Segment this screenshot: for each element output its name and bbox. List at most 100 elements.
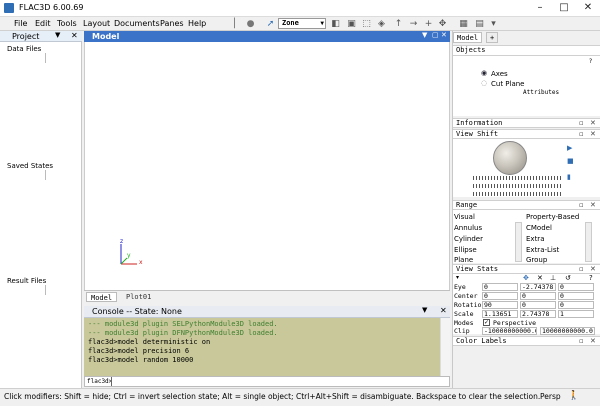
toolbar-tool-icon[interactable]: ⬚ (361, 19, 372, 29)
range-item[interactable]: Cylinder (454, 235, 483, 243)
menu-tools[interactable]: Tools (57, 19, 77, 28)
chevron-down-icon[interactable]: ▾ (488, 19, 499, 29)
arrow-up-icon[interactable]: ↑ (393, 19, 404, 29)
close-icon[interactable]: ✕ (440, 306, 447, 315)
stat-value[interactable]: 90 (482, 301, 518, 309)
help-icon[interactable]: ? (589, 274, 593, 282)
menu-layout[interactable]: Layout (83, 19, 110, 28)
stat-value[interactable]: 0 (558, 283, 594, 291)
move-icon[interactable]: ✥ (523, 274, 529, 282)
range-item[interactable]: Visual (454, 213, 475, 221)
stat-value[interactable]: 0 (482, 292, 518, 300)
tab-model[interactable]: Model (86, 292, 118, 302)
scrollbar[interactable] (585, 222, 592, 262)
toolbar-tool-icon[interactable]: ◧ (330, 19, 341, 29)
minimize-button[interactable]: – (532, 1, 548, 15)
close-icon[interactable]: ✕ (71, 31, 78, 40)
tab-plot01[interactable]: Plot01 (122, 292, 155, 302)
scrollbar[interactable] (515, 222, 522, 262)
restore-icon[interactable]: ▢ (432, 31, 439, 39)
stat-value[interactable]: 1.13651 (482, 310, 518, 318)
stat-value[interactable]: 0 (520, 292, 556, 300)
close-button[interactable]: ✕ (580, 1, 596, 15)
close-icon[interactable]: ✕ (441, 31, 447, 39)
projection-mode[interactable]: Persp (540, 392, 561, 401)
clip-min-field[interactable]: -10000000000.0 (482, 327, 537, 335)
view-sphere[interactable] (493, 141, 527, 175)
range-item[interactable]: Plane (454, 256, 473, 264)
restore-icon[interactable]: ▫ (579, 265, 584, 273)
close-icon[interactable]: ✕ (590, 337, 596, 345)
y-axis-label: y (127, 252, 131, 259)
stat-value[interactable]: 0 (482, 283, 518, 291)
close-icon[interactable]: ✕ (590, 130, 596, 138)
attributes-label[interactable]: Attributes (523, 89, 559, 96)
tool-icon[interactable]: ⊥ (550, 274, 556, 282)
object-item-cut-plane[interactable]: Cut Plane (491, 80, 525, 88)
tab-model[interactable]: Model (453, 32, 483, 43)
clip-max-field[interactable]: 10000000000.0 (540, 327, 595, 335)
range-item[interactable]: Annulus (454, 224, 482, 232)
menu-file[interactable]: File (14, 19, 27, 28)
model-viewport[interactable]: z x y (84, 42, 450, 290)
saved-states-section[interactable]: Saved States (7, 162, 53, 170)
range-item[interactable]: Ellipse (454, 246, 477, 254)
menu-help[interactable]: Help (188, 19, 206, 28)
help-icon[interactable]: ? (589, 58, 592, 65)
maximize-button[interactable]: □ (556, 1, 572, 15)
menu-edit[interactable]: Edit (35, 19, 51, 28)
chevron-down-icon[interactable]: ▼ (422, 31, 427, 39)
range-item[interactable]: Property-Based (526, 213, 579, 221)
stat-value[interactable]: 1 (558, 310, 594, 318)
slider-icon[interactable]: ▮ (567, 173, 571, 181)
range-item[interactable]: Extra-List (526, 246, 559, 254)
close-icon[interactable]: ✕ (590, 119, 596, 127)
move-icon[interactable]: ✥ (437, 19, 448, 29)
layout-icon[interactable]: ▦ (458, 19, 469, 29)
chevron-down-icon[interactable]: ▼ (55, 31, 60, 39)
arrow-right-icon[interactable]: → (408, 19, 419, 29)
menu-panes[interactable]: Panes (160, 19, 184, 28)
data-files-section[interactable]: Data Files (7, 45, 41, 53)
sphere-view-icon[interactable]: ● (245, 19, 256, 29)
undo-icon[interactable]: ↺ (565, 274, 571, 282)
close-icon[interactable]: ✕ (537, 274, 543, 282)
shift-slider[interactable] (473, 192, 561, 196)
restore-icon[interactable]: ▫ (579, 201, 584, 209)
shift-slider[interactable] (473, 184, 561, 188)
play-icon[interactable]: ▶ (567, 144, 572, 152)
stat-value[interactable]: -2.74378 (520, 283, 556, 291)
shift-slider[interactable] (473, 176, 561, 180)
range-item[interactable]: Group (526, 256, 547, 264)
tab-add[interactable]: + (486, 32, 499, 43)
restore-icon[interactable]: ▫ (579, 119, 584, 127)
close-icon[interactable]: ✕ (590, 201, 596, 209)
console-scrollbar[interactable] (440, 318, 450, 376)
select-cursor-icon[interactable]: ➚ (265, 19, 276, 29)
object-item-axes[interactable]: Axes (491, 70, 508, 78)
restore-icon[interactable]: ▫ (579, 337, 584, 345)
toolbar-tool-icon[interactable]: ▣ (346, 19, 357, 29)
range-item[interactable]: CModel (526, 224, 552, 232)
chevron-down-icon[interactable]: ▼ (422, 306, 427, 314)
stat-value[interactable]: 0 (558, 301, 594, 309)
range-item[interactable]: Extra (526, 235, 544, 243)
perspective-checkbox[interactable]: ✓ (483, 319, 490, 326)
eye-icon[interactable]: ◌ (481, 79, 487, 87)
plus-icon[interactable]: + (423, 19, 434, 29)
stat-value[interactable]: 0 (558, 292, 594, 300)
zone-select[interactable]: Zone ▼ (278, 18, 326, 29)
stat-value[interactable]: 2.74378 (520, 310, 556, 318)
menu-documents[interactable]: Documents (114, 19, 160, 28)
console-input[interactable]: flac3d> (84, 376, 450, 387)
close-icon[interactable]: ✕ (590, 265, 596, 273)
restore-icon[interactable]: ▫ (579, 130, 584, 138)
result-files-section[interactable]: Result Files (7, 277, 46, 285)
stat-value[interactable]: 0 (520, 301, 556, 309)
eye-icon[interactable]: ◉ (481, 69, 487, 77)
layout-icon[interactable]: ▤ (474, 19, 485, 29)
view-menu-icon[interactable]: ▾ (456, 274, 459, 281)
toolbar-tool-icon[interactable]: ◈ (376, 19, 387, 29)
stop-icon[interactable]: ■ (567, 157, 574, 165)
title-bar: FLAC3D 6.00.69 – □ ✕ (0, 0, 600, 17)
